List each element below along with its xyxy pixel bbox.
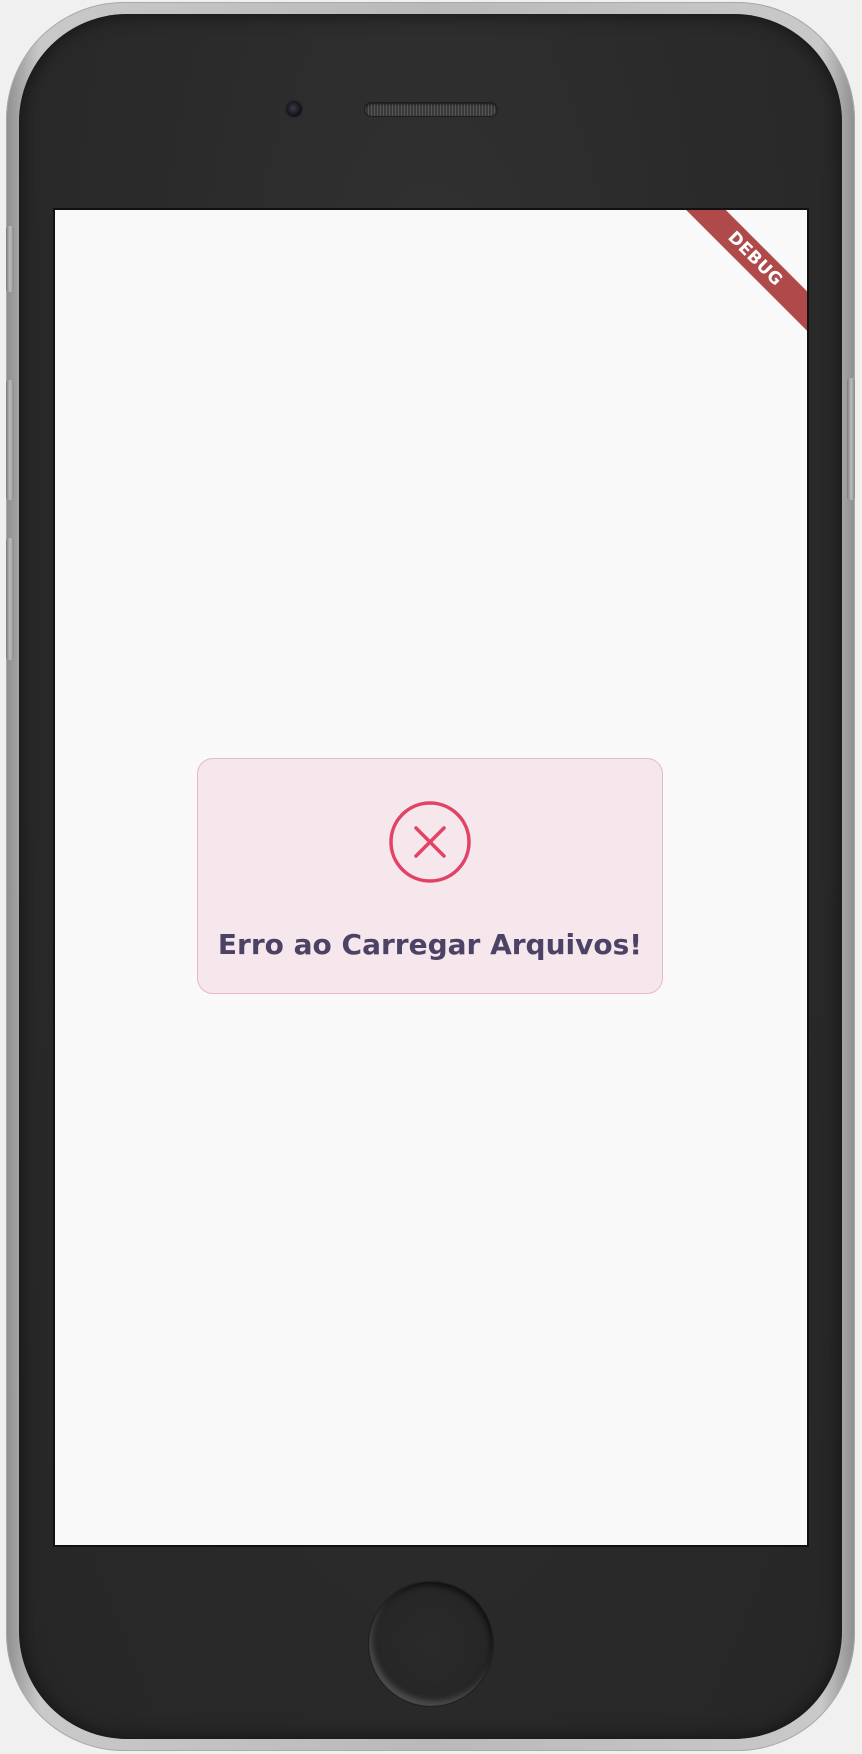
debug-banner-label: DEBUG: [674, 210, 807, 340]
error-card: Erro ao Carregar Arquivos!: [197, 758, 663, 994]
mute-switch: [6, 226, 14, 292]
volume-up-button: [6, 380, 14, 500]
close-circle-icon: [389, 801, 471, 883]
error-message: Erro ao Carregar Arquivos!: [217, 928, 643, 961]
simulator-stage: DEBUG Erro ao Carregar Arquivos!: [0, 0, 862, 1754]
app-screen: DEBUG Erro ao Carregar Arquivos!: [55, 210, 807, 1545]
debug-banner: DEBUG: [667, 210, 807, 350]
power-button: [847, 378, 855, 500]
volume-down-button: [6, 538, 14, 660]
home-button[interactable]: [368, 1581, 494, 1707]
front-camera-icon: [286, 101, 302, 117]
earpiece-speaker: [365, 103, 497, 116]
